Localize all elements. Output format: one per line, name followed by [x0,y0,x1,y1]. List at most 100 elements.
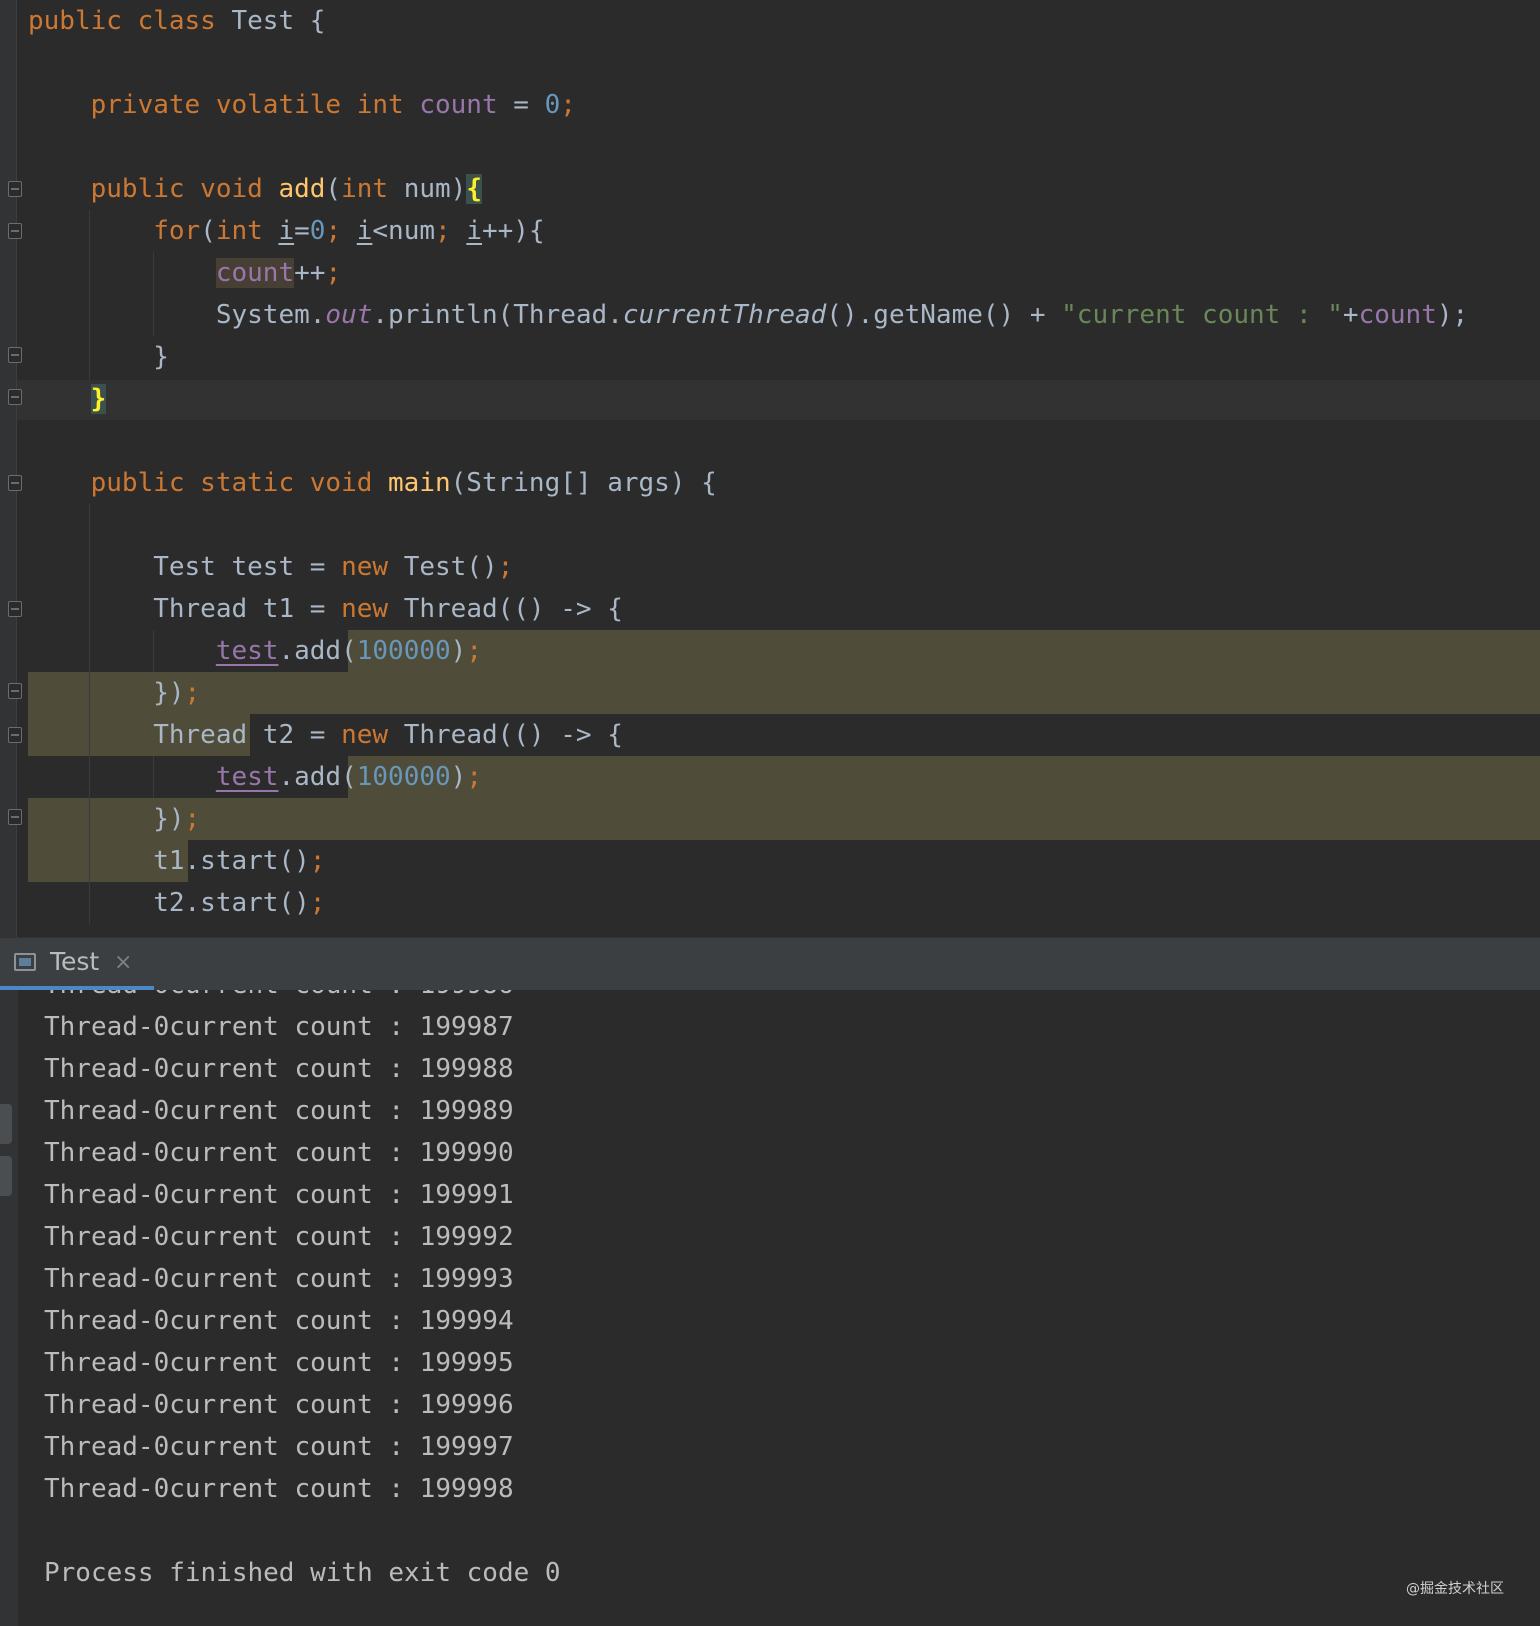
rerun-button[interactable] [0,1104,12,1144]
fold-marker-icon[interactable] [8,601,22,617]
code-token: Thread(() -> { [403,720,623,750]
fold-marker-icon[interactable] [8,809,22,825]
fold-marker-icon[interactable] [8,181,22,197]
code-token: ++){ [482,216,545,246]
code-line[interactable]: private volatile int count = 0; [28,84,576,126]
code-line[interactable]: public class Test { [28,0,325,42]
watermark: @掘金技术社区 [1406,1581,1504,1597]
code-token: count [1358,300,1437,330]
usage-highlight [348,756,1540,798]
code-token: ().getName() + [826,300,1062,330]
code-token: ; [466,636,482,666]
code-line[interactable]: t2.start(); [28,882,325,924]
close-icon[interactable]: × [114,948,132,978]
code-token: test [215,636,279,666]
code-token: 0 [544,90,561,120]
code-line[interactable]: System.out.println(Thread.currentThread(… [28,294,1468,336]
code-line[interactable]: test.add(100000); [28,630,482,672]
code-token: t1.start() [28,846,310,876]
fold-marker-icon[interactable] [8,389,22,405]
fold-marker-icon[interactable] [8,683,22,699]
code-line[interactable]: Test test = new Test(); [28,546,513,588]
code-token: }) [28,678,185,708]
code-line[interactable]: for(int i=0; i<num; i++){ [28,210,545,252]
code-token: ++ [294,258,326,288]
code-token: Thread t2 = [28,720,342,750]
code-token: ; [497,552,514,582]
code-token: main [388,468,451,498]
fold-marker-icon[interactable] [8,347,22,363]
code-token: for [28,216,201,246]
code-token: ( [200,216,216,246]
code-token: new [341,594,404,624]
code-token: = [497,90,545,120]
code-token: 0 [309,216,326,246]
fold-marker-icon[interactable] [8,223,22,239]
code-line[interactable]: Thread t1 = new Thread(() -> { [28,588,623,630]
code-token: <num [372,216,436,246]
code-token: 100000 [356,762,451,792]
code-token: Thread(() -> { [403,594,623,624]
code-token: i [356,216,373,246]
console-toolbar [0,990,18,1626]
code-token: new [341,720,404,750]
code-editor[interactable]: public class Test { private volatile int… [0,0,1540,937]
code-token: add [278,174,326,204]
current-line-highlight [17,380,1540,420]
console-line: Thread-0current count : 199995 [44,1348,514,1378]
code-line[interactable]: } [28,378,107,420]
console-line: Thread-0current count : 199996 [44,1390,514,1420]
code-token: } [90,384,107,414]
code-token: Test { [231,6,326,36]
code-line[interactable]: count++; [28,252,341,294]
code-token: out [325,300,373,330]
code-line[interactable]: test.add(100000); [28,756,482,798]
code-line[interactable]: }); [28,672,200,714]
code-line[interactable]: t1.start(); [28,840,325,882]
code-token: System. [28,300,326,330]
fold-marker-icon[interactable] [8,475,22,491]
code-token: i [466,216,482,246]
process-exit-message: Process finished with exit code 0 [44,1558,561,1588]
code-token: ; [325,216,357,246]
code-token: ; [184,804,201,834]
code-token: + [1342,300,1359,330]
code-token: currentThread [622,300,827,330]
console-line: Thread-0current count : 199990 [44,1138,514,1168]
code-line[interactable]: Thread t2 = new Thread(() -> { [28,714,623,756]
run-tab[interactable]: Test × [0,938,154,990]
editor-gutter[interactable] [0,0,22,937]
code-token: (String[] args) { [450,468,717,498]
code-token: public class [28,6,232,36]
code-line[interactable]: } [28,336,169,378]
stop-button[interactable] [0,1156,12,1196]
code-token: public void [28,174,279,204]
code-token: .add( [278,636,357,666]
code-line[interactable]: public void add(int num){ [28,168,482,210]
console-line: Thread-0current count : 199991 [44,1180,514,1210]
code-token: { [466,174,482,204]
run-tool-window-header: Test × [0,937,1540,991]
code-token: .println(Thread. [372,300,623,330]
usage-highlight [28,672,1540,714]
code-line[interactable]: }); [28,798,200,840]
console-line: Thread-0current count : 199994 [44,1306,514,1336]
console-icon [14,953,36,971]
code-token: }) [28,804,185,834]
code-token: ); [1436,300,1469,330]
code-token: ( [325,174,342,204]
run-console[interactable]: Thread-0current count : 199986 Thread-0c… [0,990,1540,1626]
console-line: Thread-0current count : 199987 [44,1012,514,1042]
code-token: num) [403,174,467,204]
console-line: Thread-0current count : 199993 [44,1264,514,1294]
code-token: ; [435,216,467,246]
code-line[interactable]: public static void main(String[] args) { [28,462,717,504]
fold-marker-icon[interactable] [8,727,22,743]
code-token: i [278,216,295,246]
console-line-partial: Thread-0current count : 199986 [44,990,514,1006]
code-token: int [341,174,404,204]
code-token: Thread t1 = [28,594,342,624]
code-token: public static void [28,468,389,498]
